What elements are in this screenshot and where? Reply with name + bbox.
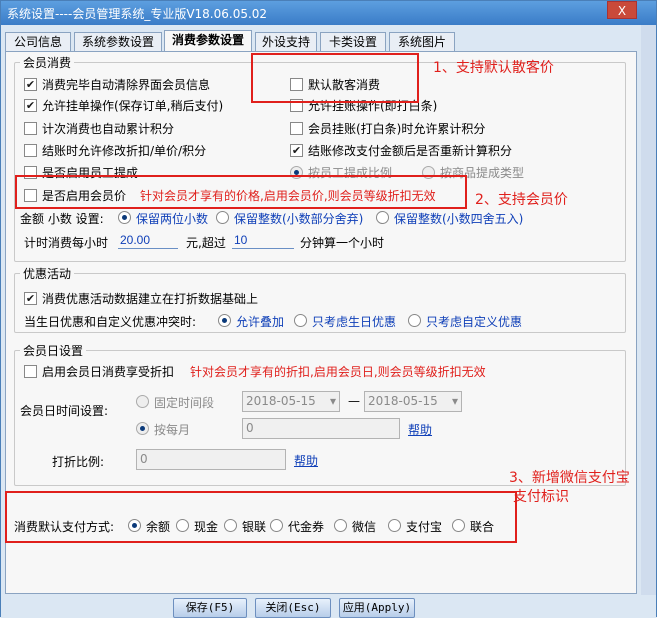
radio-birthday-only[interactable]	[294, 314, 307, 327]
timed-price-input[interactable]	[118, 232, 178, 249]
checkbox-count-points[interactable]	[24, 122, 37, 135]
label-modify-discount: 结账时允许修改折扣/单价/积分	[42, 144, 207, 158]
label-birthday-only: 只考虑生日优惠	[312, 315, 397, 329]
annotation-payment: 3、新增微信支付宝	[509, 470, 630, 486]
label-count-points: 计次消费也自动累计积分	[42, 122, 175, 136]
label-conflict: 当生日优惠和自定义优惠冲突时:	[24, 315, 197, 329]
checkbox-modify-discount[interactable]	[24, 144, 37, 157]
radio-truncate[interactable]	[216, 211, 229, 224]
monthly-input[interactable]: 0	[242, 418, 400, 439]
radio-fixed-period[interactable]	[136, 395, 149, 408]
label-auto-clear: 消费完毕自动清除界面会员信息	[42, 78, 211, 92]
label-round-half: 保留整数(小数四舍五入)	[394, 212, 524, 226]
checkbox-promo-on-discount[interactable]: ✔	[24, 292, 37, 305]
checkbox-recalc-points[interactable]: ✔	[290, 144, 303, 157]
timed-minutes-input[interactable]	[232, 232, 294, 249]
radio-monthly[interactable]	[136, 422, 149, 435]
annotation-box-walkin	[251, 53, 419, 103]
annotation-box-member-price	[15, 175, 467, 209]
date-start-value: 2018-05-15	[246, 394, 316, 408]
radio-custom-only[interactable]	[408, 314, 421, 327]
date-range-dash: —	[348, 394, 360, 408]
annotation-box-payment	[5, 491, 517, 543]
radio-round-half[interactable]	[376, 211, 389, 224]
close-window-button[interactable]: X	[607, 1, 637, 19]
save-button[interactable]: 保存(F5)	[173, 598, 247, 618]
radio-allow-stack[interactable]	[218, 314, 231, 327]
label-discount-ratio: 打折比例:	[52, 455, 105, 469]
label-recalc-points: 结账修改支付金额后是否重新计算积分	[308, 144, 513, 158]
close-button[interactable]: 关闭(Esc)	[255, 598, 331, 618]
annotation-payment-2: 支付标识	[513, 489, 569, 505]
settings-window: 系统设置----会员管理系统_专业版V18.06.05.02 X 公司信息 系统…	[0, 0, 657, 618]
discount-ratio-input[interactable]: 0	[136, 449, 286, 470]
label-fixed-period: 固定时间段	[154, 396, 215, 410]
date-end-picker[interactable]: 2018-05-15 ▾	[364, 391, 462, 412]
group-title-member-consumption: 会员消费	[20, 54, 75, 71]
label-member-day-discount: 启用会员日消费享受折扣	[42, 365, 175, 379]
label-custom-only: 只考虑自定义优惠	[426, 315, 523, 329]
label-timed-prefix: 计时消费每小时	[24, 236, 109, 250]
label-rounding: 金额 小数 设置:	[20, 212, 104, 226]
title-bar: 系统设置----会员管理系统_专业版V18.06.05.02	[1, 1, 656, 25]
tab-peripherals[interactable]: 外设支持	[255, 32, 317, 52]
label-two-decimals: 保留两位小数	[136, 212, 209, 226]
checkbox-member-day-discount[interactable]	[24, 365, 37, 378]
window-title: 系统设置----会员管理系统_专业版V18.06.05.02	[7, 7, 268, 21]
annotation-member-price: 2、支持会员价	[475, 192, 568, 208]
tab-consumption-params[interactable]: 消费参数设置	[164, 30, 252, 53]
tab-system-images[interactable]: 系统图片	[389, 32, 455, 52]
label-allow-hold: 允许挂单操作(保存订单,稍后支付)	[42, 99, 224, 113]
radio-two-decimals[interactable]	[118, 211, 131, 224]
annotation-walkin: 1、支持默认散客价	[433, 60, 554, 76]
tab-system-params[interactable]: 系统参数设置	[74, 32, 162, 52]
group-title-promotions: 优惠活动	[20, 265, 75, 282]
apply-button[interactable]: 应用(Apply)	[339, 598, 415, 618]
label-truncate: 保留整数(小数部分舍弃)	[234, 212, 364, 226]
calendar-dropdown-icon: ▾	[451, 394, 458, 408]
background-window-edge	[641, 25, 656, 595]
label-allow-stack: 允许叠加	[236, 315, 285, 329]
checkbox-allow-hold[interactable]: ✔	[24, 99, 37, 112]
label-promo-on-discount: 消费优惠活动数据建立在打折数据基础上	[42, 292, 259, 306]
group-title-member-day: 会员日设置	[20, 342, 87, 359]
tab-card-types[interactable]: 卡类设置	[320, 32, 386, 52]
label-credit-points: 会员挂账(打白条)时允许累计积分	[308, 122, 486, 136]
label-monthly: 按每月	[154, 423, 191, 437]
label-member-day-time: 会员日时间设置:	[20, 404, 109, 418]
date-end-value: 2018-05-15	[368, 394, 438, 408]
tab-company-info[interactable]: 公司信息	[5, 32, 71, 52]
help-link-monthly[interactable]: 帮助	[408, 421, 432, 438]
calendar-dropdown-icon: ▾	[329, 394, 336, 408]
checkbox-auto-clear[interactable]: ✔	[24, 78, 37, 91]
note-member-day: 针对会员才享有的折扣,启用会员日,则会员等级折扣无效	[190, 365, 486, 379]
checkbox-credit-points[interactable]	[290, 122, 303, 135]
button-bar: 保存(F5) 关闭(Esc) 应用(Apply)	[1, 595, 656, 618]
label-timed-suffix: 分钟算一个小时	[300, 236, 385, 250]
help-link-discount[interactable]: 帮助	[294, 452, 318, 469]
date-start-picker[interactable]: 2018-05-15 ▾	[242, 391, 340, 412]
label-timed-mid: 元,超过	[186, 236, 226, 250]
